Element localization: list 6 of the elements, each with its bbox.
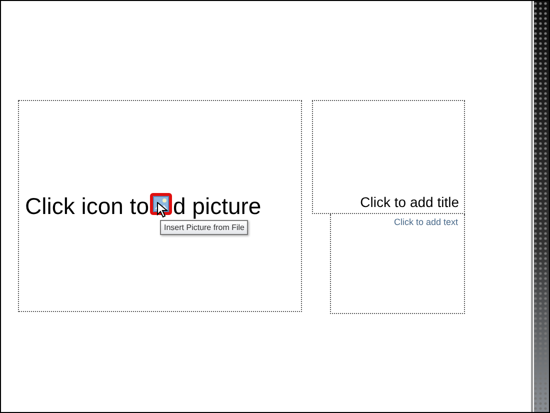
placeholder-text: Click icon to (25, 194, 149, 218)
cursor-icon (157, 202, 168, 218)
title-placeholder[interactable]: Click to add title (312, 100, 465, 214)
placeholder-text: d picture (172, 194, 262, 218)
tooltip: Insert Picture from File (160, 220, 248, 235)
text-placeholder[interactable]: Click to add text (330, 214, 465, 314)
